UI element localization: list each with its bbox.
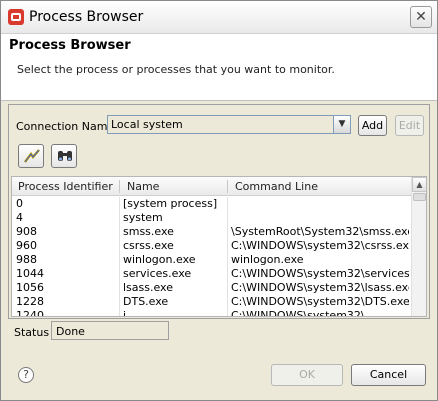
status-label: Status	[14, 326, 50, 339]
scrollbar-thumb[interactable]	[413, 193, 426, 201]
pid-cell: 4	[16, 211, 23, 224]
connect-button[interactable]	[18, 144, 44, 168]
ok-button[interactable]: OK	[271, 364, 343, 386]
connection-select[interactable]: Local system ▼	[107, 115, 351, 134]
name-cell: DTS.exe	[123, 295, 169, 308]
name-cell: services.exe	[123, 267, 192, 280]
table-row[interactable]: 1240 i... C:\WINDOWS\system32\...	[12, 309, 412, 317]
command-line-cell: winlogon.exe	[231, 253, 304, 266]
window-title: Process Browser	[29, 9, 144, 25]
content-panel: Connection Name Local system ▼ Add Edit	[8, 104, 430, 319]
banner-description: Select the process or processes that you…	[17, 63, 335, 76]
column-header-command-line[interactable]: Command Line	[235, 180, 318, 193]
add-connection-button[interactable]: Add	[358, 115, 387, 136]
connection-name-label: Connection Name	[16, 120, 115, 133]
connection-select-value: Local system	[111, 118, 183, 131]
table-row[interactable]: 4 system	[12, 211, 412, 225]
name-cell: system	[123, 211, 163, 224]
command-line-cell: C:\WINDOWS\system32\lsass.exe	[231, 281, 409, 294]
name-cell: [system process]	[123, 197, 218, 210]
command-line-cell: C:\WINDOWS\system32\services...	[231, 267, 409, 280]
column-header-process-identifier[interactable]: Process Identifier	[18, 180, 113, 193]
table-header: Process Identifier Name Command Line	[12, 177, 412, 196]
table-row[interactable]: 960 csrss.exe C:\WINDOWS\system32\csrss.ex…	[12, 239, 412, 253]
header-banner: Process Browser Select the process or pr…	[1, 34, 437, 101]
name-cell: lsass.exe	[123, 281, 173, 294]
help-icon[interactable]: ?	[18, 367, 34, 383]
command-line-cell: C:\WINDOWS\system32\DTS.exe	[231, 295, 409, 308]
process-table[interactable]: Process Identifier Name Command Line 0 [s…	[11, 176, 427, 317]
column-divider[interactable]	[227, 180, 228, 193]
pid-cell: 1056	[16, 281, 44, 294]
command-line-cell: C:\WINDOWS\system32\csrss.ex...	[231, 239, 409, 252]
pid-cell: 0	[16, 197, 23, 210]
banner-title: Process Browser	[9, 38, 131, 53]
close-icon: ✕	[415, 9, 427, 25]
pid-cell: 1228	[16, 295, 44, 308]
table-body: 0 [system process] 4 system 908 smss.exe \Sy…	[12, 197, 412, 317]
name-cell: smss.exe	[123, 225, 174, 238]
table-row[interactable]: 988 winlogon.exe winlogon.exe	[12, 253, 412, 267]
pid-cell: 1240	[16, 309, 44, 317]
process-browser-window: Process Browser ✕ Process Browser Select…	[0, 0, 438, 401]
name-cell: winlogon.exe	[123, 253, 196, 266]
edit-connection-button[interactable]: Edit	[395, 115, 424, 136]
command-line-cell: C:\WINDOWS\system32\...	[231, 309, 376, 317]
name-cell: i...	[123, 309, 137, 317]
pid-cell: 1044	[16, 267, 44, 280]
binoculars-icon	[58, 151, 72, 161]
table-row[interactable]: 0 [system process]	[12, 197, 412, 211]
command-line-cell: \SystemRoot\System32\smss.exe	[231, 225, 409, 238]
table-row[interactable]: 1056 lsass.exe C:\WINDOWS\system32\lsass.e…	[12, 281, 412, 295]
name-cell: csrss.exe	[123, 239, 174, 252]
pid-cell: 988	[16, 253, 37, 266]
pid-cell: 908	[16, 225, 37, 238]
close-button[interactable]: ✕	[410, 6, 432, 28]
pid-cell: 960	[16, 239, 37, 252]
title-bar[interactable]: Process Browser ✕	[1, 1, 437, 34]
find-button[interactable]	[51, 144, 77, 168]
status-field: Done	[51, 321, 169, 340]
cancel-button[interactable]: Cancel	[351, 364, 426, 386]
connect-icon	[24, 149, 40, 163]
column-header-name[interactable]: Name	[127, 180, 159, 193]
vertical-scrollbar[interactable]: ▲	[411, 177, 426, 316]
app-icon	[8, 9, 24, 25]
table-row[interactable]: 1228 DTS.exe C:\WINDOWS\system32\DTS.exe	[12, 295, 412, 309]
chevron-down-icon[interactable]: ▼	[333, 116, 350, 133]
scroll-up-icon[interactable]: ▲	[412, 177, 426, 192]
column-divider[interactable]	[119, 180, 120, 193]
table-row[interactable]: 908 smss.exe \SystemRoot\System32\smss.exe	[12, 225, 412, 239]
table-row[interactable]: 1044 services.exe C:\WINDOWS\system32\serv…	[12, 267, 412, 281]
